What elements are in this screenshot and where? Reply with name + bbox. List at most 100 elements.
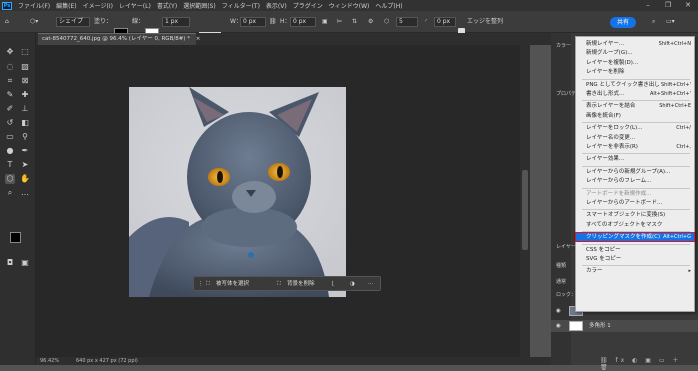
- menu-view[interactable]: 表示(V): [263, 1, 290, 10]
- share-button[interactable]: 共有: [610, 17, 636, 28]
- menu-item[interactable]: レイヤーを削除: [576, 68, 694, 76]
- menu-item[interactable]: 表示レイヤーを結合 Shift+Ctrl+E: [576, 102, 694, 110]
- workspace-icon[interactable]: ▭▾: [666, 16, 675, 27]
- type-tool-icon[interactable]: T: [5, 160, 15, 170]
- scrollbar-thumb[interactable]: [522, 170, 528, 250]
- lasso-tool-icon[interactable]: ◌: [5, 62, 15, 72]
- menu-item[interactable]: 書き出し形式... Alt+Shift+Ctrl+': [576, 90, 694, 98]
- menu-item[interactable]: レイヤー効果...: [576, 155, 694, 163]
- menu-layer[interactable]: レイヤー(L): [116, 1, 154, 10]
- path-operations-icon[interactable]: ▣: [322, 16, 328, 27]
- menu-plugins[interactable]: プラグイン: [290, 1, 326, 10]
- align-edges-label: エッジを整列: [467, 18, 504, 25]
- menu-item[interactable]: レイヤーを非表示(R) Ctrl+,: [576, 143, 694, 151]
- hand-tool-icon[interactable]: ✋: [20, 174, 30, 184]
- menu-item[interactable]: レイヤーを複製(D)...: [576, 59, 694, 67]
- menu-item[interactable]: CSS をコピー: [576, 246, 694, 254]
- spot-healing-tool-icon[interactable]: ✚: [20, 90, 30, 100]
- menu-help[interactable]: ヘルプ(H): [372, 1, 405, 10]
- home-icon[interactable]: ⌂: [5, 16, 9, 27]
- eyedropper-tool-icon[interactable]: ✎: [5, 90, 15, 100]
- menu-item-create-clipping-mask[interactable]: クリッピングマスクを作成(C) Alt+Ctrl+G: [575, 232, 695, 243]
- layer-row-shape[interactable]: ◉ 多角形 1: [551, 320, 698, 332]
- gradient-tool-icon[interactable]: ▭: [5, 132, 15, 142]
- document-tab[interactable]: cat-8540772_640.jpg @ 96.4% (レイヤー 0, RGB…: [38, 33, 200, 45]
- screen-mode-icon[interactable]: ▣: [20, 258, 30, 268]
- select-subject-button[interactable]: 被写体を選択: [216, 279, 249, 289]
- blur-tool-icon[interactable]: ⚲: [20, 132, 30, 142]
- foreground-color-swatch[interactable]: [10, 232, 21, 243]
- polygon-tool-preset-icon[interactable]: ⬡▾: [30, 16, 38, 27]
- adjust-icon[interactable]: ◑: [350, 279, 355, 289]
- menu-item[interactable]: 画像を統合(F): [576, 112, 694, 120]
- window-controls: – ❐ ✕: [638, 0, 698, 11]
- blend-mode-label[interactable]: 通常: [556, 278, 566, 285]
- menu-item-label: レイヤーからの新規グループ(A)...: [586, 168, 671, 175]
- history-brush-icon[interactable]: ↺: [5, 118, 15, 128]
- menu-select[interactable]: 選択範囲(S): [180, 1, 219, 10]
- eye-icon[interactable]: ◉: [556, 305, 561, 317]
- close-tab-icon[interactable]: ×: [196, 36, 201, 42]
- polygon-tool-icon[interactable]: ⬡: [5, 174, 15, 184]
- path-alignment-icon[interactable]: ⊨: [337, 16, 342, 27]
- menu-type[interactable]: 書式(Y): [154, 1, 180, 10]
- brush-tool-icon[interactable]: ✐: [5, 104, 15, 114]
- path-arrangement-icon[interactable]: ⇅: [352, 16, 357, 27]
- sides-field[interactable]: 5: [396, 17, 418, 27]
- zoom-level[interactable]: 96.42%: [40, 357, 59, 365]
- menu-item[interactable]: レイヤーをロック(L)... Ctrl+/: [576, 124, 694, 132]
- menu-item[interactable]: レイヤーからの新規グループ(A)...: [576, 168, 694, 176]
- menu-item[interactable]: 新規グループ(G)...: [576, 49, 694, 57]
- menu-item[interactable]: スマートオブジェクトに変換(S): [576, 211, 694, 219]
- minimize-icon[interactable]: –: [638, 0, 658, 11]
- quick-mask-icon[interactable]: ◘: [5, 258, 15, 268]
- more-options-icon[interactable]: ···: [368, 279, 373, 289]
- search-icon[interactable]: ⌕: [652, 16, 655, 27]
- menu-item[interactable]: PNG としてクイック書き出し Shift+Ctrl+': [576, 81, 694, 89]
- menu-item[interactable]: アートボードを新規作成...: [576, 190, 694, 198]
- menu-filter[interactable]: フィルター(T): [219, 1, 263, 10]
- menu-item[interactable]: レイヤーからのアートボード...: [576, 199, 694, 207]
- more-tools-icon[interactable]: …: [20, 188, 30, 198]
- remove-background-button[interactable]: 背景を削除: [287, 279, 315, 289]
- layer-name[interactable]: 多角形 1: [589, 320, 611, 332]
- close-icon[interactable]: ✕: [678, 0, 698, 11]
- crop-tool-icon[interactable]: ⌗: [5, 76, 15, 86]
- menu-file[interactable]: ファイル(F): [15, 1, 53, 10]
- stamp-tool-icon[interactable]: ⊥: [20, 104, 30, 114]
- kind-filter-label[interactable]: 種類: [556, 262, 566, 269]
- stroke-width-field[interactable]: 1 px: [162, 17, 190, 27]
- menu-image[interactable]: イメージ(I): [80, 1, 116, 10]
- menu-item[interactable]: カラー ▸: [576, 267, 694, 275]
- layers-panel-tab[interactable]: レイヤー: [556, 243, 576, 250]
- link-icon[interactable]: ⛓: [269, 16, 277, 27]
- layers-footer-buttons[interactable]: ⛓ fx ◐ ▣ ▭ ＋ 🗑: [600, 355, 695, 371]
- maximize-icon[interactable]: ❐: [658, 0, 678, 11]
- menu-edit[interactable]: 編集(E): [53, 1, 79, 10]
- shape-mode-select[interactable]: シェイプ: [56, 17, 90, 27]
- pen-tool-icon[interactable]: ✒: [20, 146, 30, 156]
- eye-icon[interactable]: ◉: [556, 320, 561, 332]
- drag-handle-icon[interactable]: ⋮: [198, 279, 204, 289]
- settings-gear-icon[interactable]: ⚙: [368, 16, 373, 27]
- path-select-tool-icon[interactable]: ➤: [20, 160, 30, 170]
- menu-item[interactable]: すべてのオブジェクトをマスク: [576, 221, 694, 229]
- menu-item[interactable]: 新規レイヤー... Shift+Ctrl+N: [576, 40, 694, 48]
- object-select-tool-icon[interactable]: ▨: [20, 62, 30, 72]
- menu-item[interactable]: レイヤー名の変更...: [576, 134, 694, 142]
- menu-item[interactable]: レイヤーからのフレーム...: [576, 177, 694, 185]
- eraser-tool-icon[interactable]: ◧: [20, 118, 30, 128]
- zoom-tool-icon[interactable]: ⌕: [5, 188, 15, 198]
- height-field[interactable]: 0 px: [290, 17, 316, 27]
- move-tool-icon[interactable]: ✥: [5, 47, 15, 57]
- width-field[interactable]: 0 px: [240, 17, 266, 27]
- dodge-tool-icon[interactable]: ●: [5, 146, 15, 156]
- menu-item-label: 新規レイヤー...: [586, 41, 625, 47]
- transform-icon[interactable]: ⌊: [332, 279, 334, 289]
- menu-item[interactable]: SVG をコピー: [576, 255, 694, 263]
- color-panel-tab[interactable]: カラー: [556, 42, 571, 49]
- menu-window[interactable]: ウィンドウ(W): [326, 1, 373, 10]
- frame-tool-icon[interactable]: ⊠: [20, 76, 30, 86]
- artboard-tool-icon[interactable]: ⬚: [20, 47, 30, 57]
- corner-radius-field[interactable]: 0 px: [434, 17, 456, 27]
